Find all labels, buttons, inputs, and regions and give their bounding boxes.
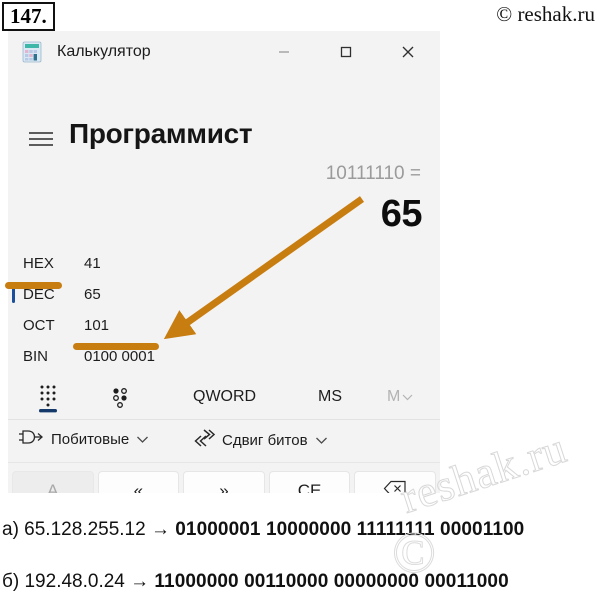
key-row: A « » CE bbox=[8, 471, 440, 493]
radix-row-hex[interactable]: HEX 41 bbox=[8, 249, 440, 280]
exercise-number: 147. bbox=[2, 2, 55, 31]
calculator-window: Калькулятор Программист 10111110 = 65 HE… bbox=[8, 31, 440, 493]
radix-label: HEX bbox=[23, 255, 54, 272]
bit-toggle-icon[interactable] bbox=[103, 383, 137, 413]
memory-toolbar: QWORD MS M bbox=[8, 379, 440, 420]
key-shift-right[interactable]: » bbox=[183, 471, 265, 493]
radix-label: BIN bbox=[23, 348, 49, 365]
display-area: 10111110 = 65 bbox=[8, 163, 440, 239]
bitwise-label: Побитовые bbox=[51, 431, 130, 448]
answer-prefix: а) 65.128.255.12 → bbox=[2, 519, 176, 540]
memory-dropdown-label: M bbox=[387, 388, 401, 405]
bit-shift-icon bbox=[191, 428, 216, 454]
expression-text: 10111110 = bbox=[325, 163, 421, 181]
window-title: Калькулятор bbox=[57, 43, 151, 60]
radix-label: OCT bbox=[23, 317, 55, 334]
logic-gate-icon bbox=[18, 428, 44, 452]
answer-bits: 01000001 10000000 11111111 00001100 bbox=[175, 519, 525, 540]
radix-value: 101 bbox=[84, 317, 110, 334]
chevron-down-icon bbox=[402, 387, 413, 407]
radix-value: 41 bbox=[84, 255, 101, 272]
radix-row-dec[interactable]: DEC 65 bbox=[8, 280, 440, 311]
memory-store-button[interactable]: MS bbox=[318, 387, 342, 407]
chevron-down-icon bbox=[315, 431, 328, 451]
maximize-icon[interactable] bbox=[324, 31, 368, 73]
bitshift-dropdown[interactable]: Сдвиг битов bbox=[191, 428, 328, 454]
answer-bits: 11000000 00110000 00000000 00011000 bbox=[154, 571, 509, 592]
site-watermark: © reshak.ru bbox=[496, 2, 595, 26]
memory-dropdown-button[interactable]: M bbox=[387, 387, 413, 407]
title-bar: Калькулятор bbox=[8, 31, 440, 73]
chevron-down-icon bbox=[136, 430, 149, 450]
key-clear-entry[interactable]: CE bbox=[268, 471, 351, 493]
calculator-mode-title: Программист bbox=[69, 118, 253, 149]
minimize-icon[interactable] bbox=[262, 31, 306, 73]
word-size-button[interactable]: QWORD bbox=[193, 387, 256, 407]
result-value: 65 bbox=[380, 193, 423, 235]
radix-row-oct[interactable]: OCT 101 bbox=[8, 311, 440, 342]
radix-value: 0100 0001 bbox=[84, 348, 155, 365]
annotation-underline-dec bbox=[5, 282, 62, 289]
answer-line-a: а) 65.128.255.12 → 01000001 10000000 111… bbox=[2, 518, 524, 542]
hamburger-menu-icon[interactable] bbox=[24, 124, 58, 154]
calculator-icon bbox=[21, 41, 43, 63]
keypad-icon[interactable] bbox=[30, 381, 70, 415]
watermark-copyright-glyph: © bbox=[391, 520, 437, 585]
radix-list: HEX 41 DEC 65 OCT 101 BIN 0100 0001 bbox=[8, 249, 440, 373]
bitshift-label: Сдвиг битов bbox=[222, 432, 308, 449]
bitwise-dropdown[interactable]: Побитовые bbox=[18, 428, 149, 452]
radix-value: 65 bbox=[84, 286, 101, 303]
key-a[interactable]: A bbox=[12, 471, 94, 493]
answer-prefix: б) 192.48.0.24 → bbox=[2, 571, 155, 592]
operator-bar: Побитовые Сдвиг битов bbox=[8, 420, 440, 463]
key-shift-left[interactable]: « bbox=[97, 471, 180, 493]
close-icon[interactable] bbox=[386, 31, 430, 73]
annotation-underline-bin bbox=[73, 343, 159, 350]
